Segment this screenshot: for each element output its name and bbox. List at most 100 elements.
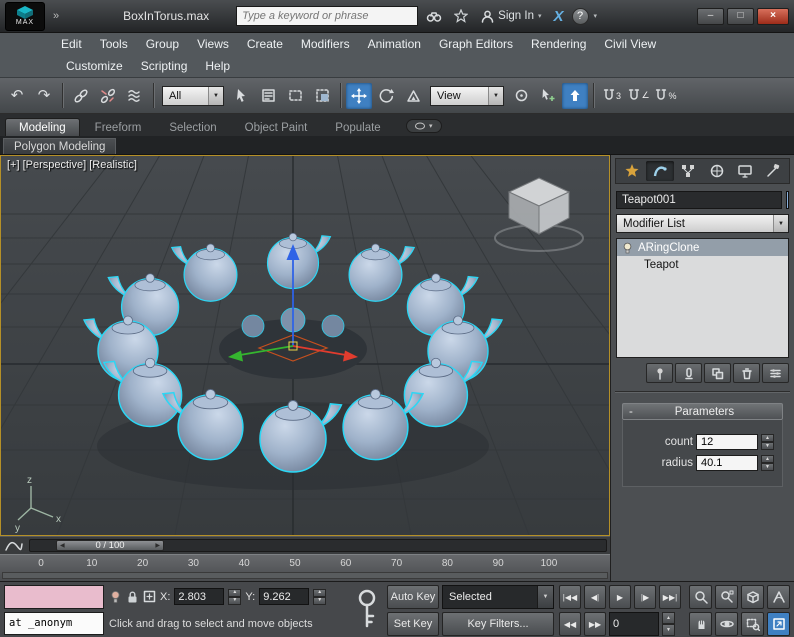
zoom-button[interactable] <box>689 585 712 609</box>
set-key-button[interactable]: Set Key <box>387 612 439 636</box>
object-name-field[interactable] <box>616 191 782 209</box>
previous-frame-button[interactable]: ◀| <box>584 585 606 609</box>
help-caret-icon[interactable]: ▾ <box>594 12 598 20</box>
spinner-down-icon[interactable]: ▼ <box>761 442 774 450</box>
y-coordinate-field[interactable] <box>259 588 310 606</box>
snaps-toggle-button[interactable]: 3 <box>599 83 625 109</box>
select-and-move-button[interactable] <box>346 82 372 109</box>
menu-item[interactable]: Create <box>238 33 292 55</box>
polygon-modeling-panel-tab[interactable]: Polygon Modeling <box>3 138 117 154</box>
bind-to-space-warp-button[interactable] <box>122 83 148 109</box>
select-and-scale-button[interactable] <box>400 83 426 109</box>
reference-coordsys-dropdown[interactable]: View ▼ <box>430 85 504 106</box>
exchange-apps-button[interactable]: X <box>551 8 567 25</box>
select-and-rotate-button[interactable] <box>373 83 399 109</box>
y-spinner[interactable]: ▲ ▼ <box>313 588 327 605</box>
search-button[interactable] <box>423 5 445 27</box>
undo-button[interactable]: ↶ <box>4 83 30 109</box>
time-slider-track[interactable]: ◀ 0 / 100 ▶ <box>29 539 607 552</box>
time-spinner[interactable]: ▲ ▼ <box>662 612 675 636</box>
menu-item[interactable]: Help <box>196 55 239 77</box>
orbit-button[interactable] <box>715 612 738 636</box>
use-pivot-center-button[interactable] <box>508 83 534 109</box>
zoom-region-button[interactable] <box>741 612 764 636</box>
next-key-button[interactable]: ▶▶ <box>584 612 606 636</box>
select-and-manipulate-button[interactable] <box>535 83 561 109</box>
redo-button[interactable]: ↷ <box>31 83 57 109</box>
go-to-end-button[interactable]: ▶▶| <box>659 585 681 609</box>
ribbon-tab-selection[interactable]: Selection <box>156 119 229 136</box>
next-frame-button[interactable]: |▶ <box>634 585 656 609</box>
menu-item[interactable]: Views <box>188 33 238 55</box>
tab-motion[interactable] <box>703 161 730 181</box>
viewport-label[interactable]: [+] [Perspective] [Realistic] <box>7 159 137 171</box>
x-coordinate-field[interactable] <box>174 588 225 606</box>
menu-item[interactable]: Group <box>137 33 188 55</box>
spinner-up-icon[interactable]: ▲ <box>662 612 675 624</box>
mini-curve-editor-button[interactable] <box>3 539 25 553</box>
listener-macro-pane[interactable] <box>4 585 104 609</box>
key-filters-button[interactable]: Key Filters... <box>442 612 554 636</box>
next-frame-arrow-icon[interactable]: ▶ <box>155 542 160 549</box>
infocenter-search[interactable] <box>236 6 419 26</box>
count-spinner[interactable]: ▲ ▼ <box>761 434 774 450</box>
go-to-start-button[interactable]: |◀◀ <box>559 585 581 609</box>
menu-item[interactable]: Edit <box>52 33 91 55</box>
spinner-up-icon[interactable]: ▲ <box>228 588 242 597</box>
spinner-down-icon[interactable]: ▼ <box>662 624 675 636</box>
search-input[interactable] <box>242 10 413 22</box>
absolute-offset-toggle-icon[interactable] <box>143 590 156 603</box>
isolate-selection-icon[interactable] <box>109 590 122 604</box>
previous-frame-arrow-icon[interactable]: ◀ <box>60 542 65 549</box>
pan-button[interactable] <box>689 612 712 636</box>
count-field[interactable] <box>696 434 758 450</box>
spinner-down-icon[interactable]: ▼ <box>313 596 327 605</box>
ribbon-tab-populate[interactable]: Populate <box>322 119 393 136</box>
spinner-down-icon[interactable]: ▼ <box>228 596 242 605</box>
track-bar-key-strip[interactable] <box>2 572 608 579</box>
unlink-selection-button[interactable] <box>95 83 121 109</box>
spinner-up-icon[interactable]: ▲ <box>761 455 774 463</box>
selection-filter-dropdown[interactable]: All ▼ <box>162 85 224 106</box>
spinner-down-icon[interactable]: ▼ <box>761 463 774 471</box>
menu-item[interactable]: Customize <box>57 55 132 77</box>
pin-stack-button[interactable] <box>646 363 673 383</box>
angle-snap-button[interactable]: ∠ <box>626 83 652 109</box>
window-crossing-button[interactable] <box>309 83 335 109</box>
spinner-up-icon[interactable]: ▲ <box>313 588 327 597</box>
tab-create[interactable] <box>618 161 645 181</box>
communication-center-button[interactable] <box>450 5 472 27</box>
previous-key-button[interactable]: ◀◀ <box>559 612 581 636</box>
make-unique-button[interactable] <box>704 363 731 383</box>
remove-modifier-button[interactable] <box>733 363 760 383</box>
configure-modifier-sets-button[interactable] <box>762 363 789 383</box>
key-selection-dropdown[interactable]: Selected ▼ <box>442 585 554 609</box>
selection-region-button[interactable] <box>282 83 308 109</box>
sign-in-button[interactable]: Sign In ▾ <box>477 10 545 23</box>
modifier-list-dropdown[interactable]: Modifier List ▼ <box>616 214 789 233</box>
menu-item[interactable]: Rendering <box>522 33 595 55</box>
radius-spinner[interactable]: ▲ ▼ <box>761 455 774 471</box>
time-slider-thumb[interactable]: ◀ 0 / 100 ▶ <box>56 540 164 551</box>
radius-field[interactable] <box>696 455 758 471</box>
parameters-rollout-header[interactable]: - Parameters <box>622 403 783 420</box>
track-bar[interactable]: 0 10 20 30 40 50 60 70 80 90 100 <box>0 554 610 581</box>
select-by-name-button[interactable] <box>255 83 281 109</box>
close-button[interactable]: × <box>757 7 789 25</box>
ribbon-tab-freeform[interactable]: Freeform <box>82 119 155 136</box>
menu-item[interactable]: Civil View <box>595 33 665 55</box>
zoom-all-button[interactable] <box>715 585 738 609</box>
tab-modify[interactable] <box>646 161 674 181</box>
object-color-swatch[interactable] <box>786 191 789 209</box>
menu-item[interactable]: Modifiers <box>292 33 359 55</box>
percent-snap-button[interactable]: % <box>653 83 679 109</box>
modifier-stack-item-teapot[interactable]: Teapot <box>617 256 788 273</box>
listener-input[interactable] <box>4 611 104 635</box>
ribbon-tab-object-paint[interactable]: Object Paint <box>232 119 321 136</box>
maximize-button[interactable]: □ <box>727 7 754 25</box>
x-spinner[interactable]: ▲ ▼ <box>228 588 242 605</box>
tab-hierarchy[interactable] <box>675 161 702 181</box>
show-end-result-button[interactable] <box>675 363 702 383</box>
tab-utilities[interactable] <box>760 161 787 181</box>
menu-item[interactable]: Tools <box>91 33 137 55</box>
